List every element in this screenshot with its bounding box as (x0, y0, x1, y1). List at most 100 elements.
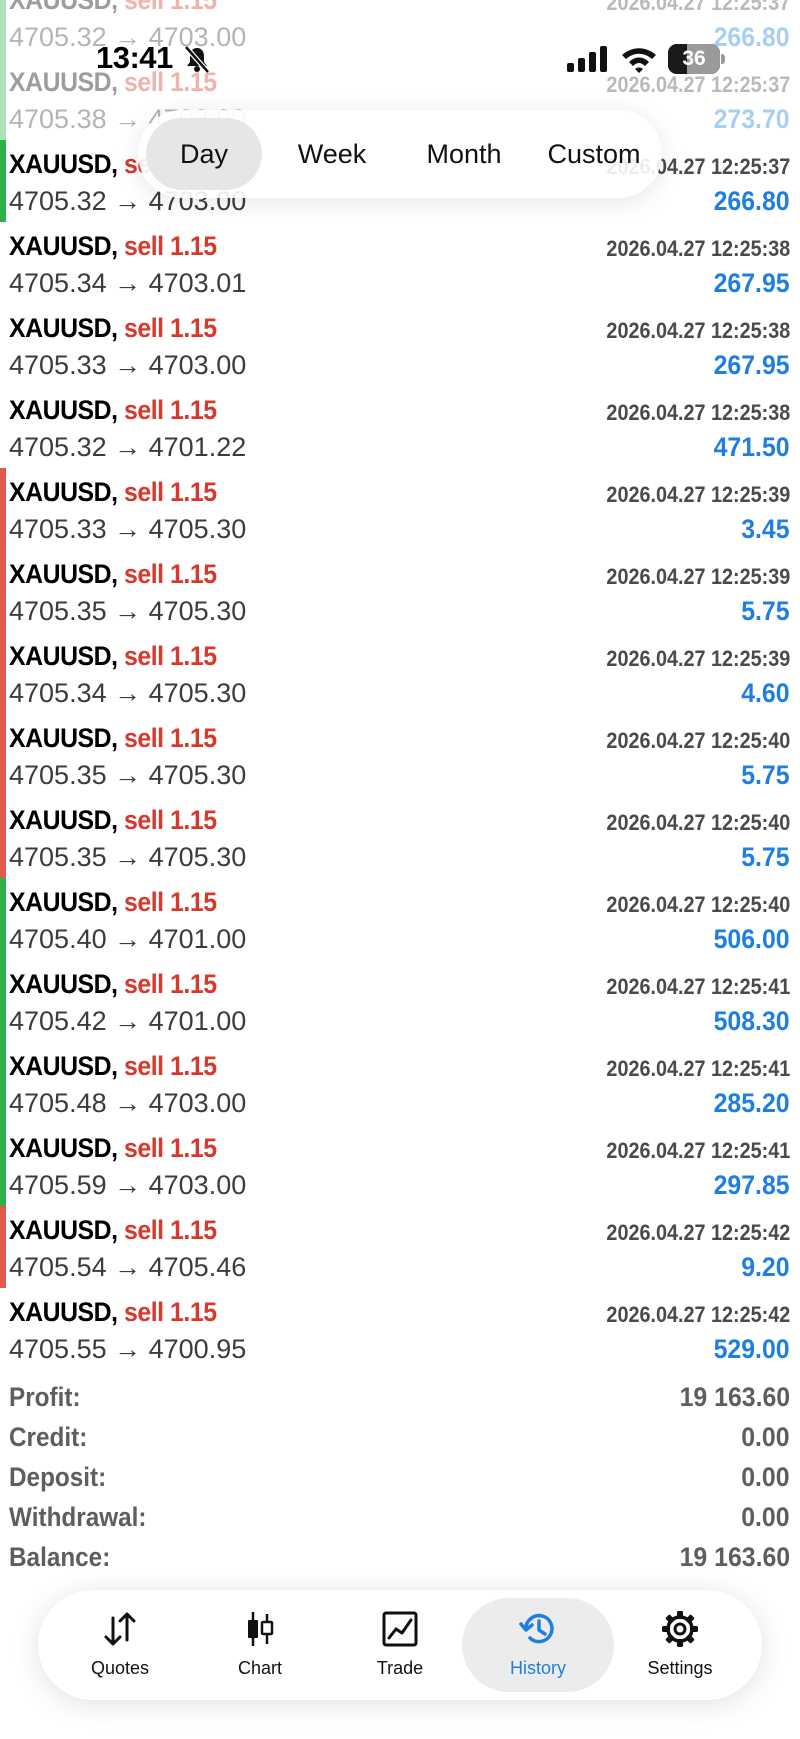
trade-time: 2026.04.27 12:25:39 (606, 564, 790, 589)
account-summary: Profit: 19 163.60 Credit: 0.00 Deposit: … (0, 1380, 800, 1580)
nav-quotes[interactable]: Quotes (50, 1598, 190, 1692)
trade-row[interactable]: XAUUSD, sell 1.15 4705.54 → 4705.46 2026.0… (0, 1206, 800, 1288)
trade-row[interactable]: XAUUSD, sell 1.15 4705.40 → 4701.00 2026.0… (0, 878, 800, 960)
trade-prices: 4705.55 → 4700.95 (9, 1334, 246, 1365)
trade-history-list[interactable]: XAUUSD, sell 1.15 4705.32 → 4703.00 2026.0… (0, 0, 800, 1370)
open-price: 4705.35 (9, 760, 107, 790)
profit-indicator-bar (0, 960, 6, 1042)
open-price: 4705.33 (9, 514, 107, 544)
profit-indicator-bar (0, 1124, 6, 1206)
nav-label: History (509, 1658, 566, 1678)
open-price: 4705.55 (9, 1334, 107, 1364)
trade-side: sell 1.15 (124, 1133, 217, 1163)
close-price: 4703.00 (148, 350, 247, 380)
arrow-right-icon: → (106, 432, 149, 462)
summary-value: 19 163.60 (679, 1382, 790, 1412)
trade-prices: 4705.34 → 4703.01 (9, 268, 246, 299)
arrow-right-icon: → (106, 1334, 149, 1364)
nav-trade[interactable]: Trade (330, 1598, 470, 1692)
trade-time: 2026.04.27 12:25:40 (606, 892, 790, 917)
loss-indicator-bar (0, 468, 6, 550)
summary-label: Profit: (9, 1382, 81, 1412)
arrow-right-icon: → (106, 1088, 149, 1118)
nav-label: Quotes (90, 1658, 150, 1678)
nav-settings[interactable]: Settings (610, 1598, 750, 1692)
open-price: 4705.32 (9, 186, 107, 216)
close-price: 4705.46 (148, 1252, 247, 1282)
trade-time: 2026.04.27 12:25:40 (606, 810, 790, 835)
trade-row[interactable]: XAUUSD, sell 1.15 4705.33 → 4703.00 2026.0… (0, 304, 800, 386)
profit-indicator-bar (0, 878, 6, 960)
trade-prices: 4705.35 → 4705.30 (9, 760, 246, 791)
trade-row[interactable]: XAUUSD, sell 1.15 4705.35 → 4705.30 2026.0… (0, 550, 800, 632)
trade-title: XAUUSD, sell 1.15 (9, 1297, 217, 1328)
nav-chart[interactable]: Chart (190, 1598, 330, 1692)
trade-symbol: XAUUSD, (9, 395, 118, 425)
trade-profit: 297.85 (714, 1170, 790, 1200)
arrow-right-icon: → (106, 678, 149, 708)
trade-row[interactable]: XAUUSD, sell 1.15 4705.55 → 4700.95 2026.0… (0, 1288, 800, 1370)
trade-title: XAUUSD, sell 1.15 (9, 231, 217, 262)
trade-profit: 9.20 (741, 1252, 790, 1282)
tab-week[interactable]: Week (270, 118, 394, 190)
trade-time: 2026.04.27 12:25:41 (606, 1138, 790, 1163)
trade-symbol: XAUUSD, (9, 1297, 118, 1327)
profit-indicator-bar (0, 1042, 6, 1124)
arrow-right-icon: → (106, 1006, 149, 1036)
trade-prices: 4705.33 → 4705.30 (9, 514, 246, 545)
trade-row[interactable]: XAUUSD, sell 1.15 4705.59 → 4703.00 2026.0… (0, 1124, 800, 1206)
trade-row[interactable]: XAUUSD, sell 1.15 4705.34 → 4703.01 2026.0… (0, 222, 800, 304)
open-price: 4705.42 (9, 1006, 107, 1036)
close-price: 4705.30 (148, 842, 247, 872)
close-price: 4701.22 (148, 432, 247, 462)
trade-title: XAUUSD, sell 1.15 (9, 395, 217, 426)
trade-row[interactable]: XAUUSD, sell 1.15 4705.48 → 4703.00 2026.0… (0, 1042, 800, 1124)
summary-balance: Balance: 19 163.60 (0, 1540, 800, 1580)
tab-custom[interactable]: Custom (534, 118, 654, 190)
trade-row[interactable]: XAUUSD, sell 1.15 4705.35 → 4705.30 2026.0… (0, 714, 800, 796)
trade-profit: 267.95 (714, 268, 790, 298)
trade-row[interactable]: XAUUSD, sell 1.15 4705.42 → 4701.00 2026.0… (0, 960, 800, 1042)
summary-deposit: Deposit: 0.00 (0, 1460, 800, 1500)
trade-profit: 285.20 (714, 1088, 790, 1118)
trade-side: sell 1.15 (124, 1215, 217, 1245)
tab-month[interactable]: Month (402, 118, 526, 190)
open-price: 4705.32 (9, 432, 107, 462)
open-price: 4705.35 (9, 596, 107, 626)
trade-time: 2026.04.27 12:25:39 (606, 646, 790, 671)
trade-time: 2026.04.27 12:25:39 (606, 482, 790, 507)
trade-side: sell 1.15 (124, 887, 217, 917)
trade-row[interactable]: XAUUSD, sell 1.15 4705.32 → 4701.22 2026.0… (0, 386, 800, 468)
trade-side: sell 1.15 (124, 641, 217, 671)
loss-indicator-bar (0, 714, 6, 796)
trade-profit: 273.70 (714, 104, 790, 134)
open-price: 4705.54 (9, 1252, 107, 1282)
trade-side: sell 1.15 (124, 313, 217, 343)
trade-title: XAUUSD, sell 1.15 (9, 313, 217, 344)
trade-row[interactable]: XAUUSD, sell 1.15 4705.33 → 4705.30 2026.0… (0, 468, 800, 550)
open-price: 4705.48 (9, 1088, 107, 1118)
summary-label: Balance: (9, 1542, 111, 1572)
trade-row[interactable]: XAUUSD, sell 1.15 4705.34 → 4705.30 2026.0… (0, 632, 800, 714)
trade-side: sell 1.15 (124, 805, 217, 835)
trade-title: XAUUSD, sell 1.15 (9, 969, 217, 1000)
arrow-right-icon: → (106, 104, 149, 134)
trade-symbol: XAUUSD, (9, 559, 118, 589)
trade-row[interactable]: XAUUSD, sell 1.15 4705.35 → 4705.30 2026.0… (0, 796, 800, 878)
nav-label: Chart (237, 1658, 282, 1678)
arrow-right-icon: → (106, 1170, 149, 1200)
summary-credit: Credit: 0.00 (0, 1420, 800, 1460)
trade-symbol: XAUUSD, (9, 313, 118, 343)
trade-symbol: XAUUSD, (9, 969, 118, 999)
summary-value: 0.00 (741, 1502, 790, 1532)
trade-title: XAUUSD, sell 1.15 (9, 1133, 217, 1164)
arrows-updown-icon (104, 1612, 136, 1646)
close-price: 4705.30 (148, 678, 247, 708)
nav-history[interactable]: History (462, 1598, 614, 1692)
open-price: 4705.38 (9, 104, 107, 134)
trade-symbol: XAUUSD, (9, 1133, 118, 1163)
summary-withdrawal: Withdrawal: 0.00 (0, 1500, 800, 1540)
tab-day[interactable]: Day (146, 118, 262, 190)
trade-title: XAUUSD, sell 1.15 (9, 805, 217, 836)
bell-muted-icon (184, 45, 210, 74)
